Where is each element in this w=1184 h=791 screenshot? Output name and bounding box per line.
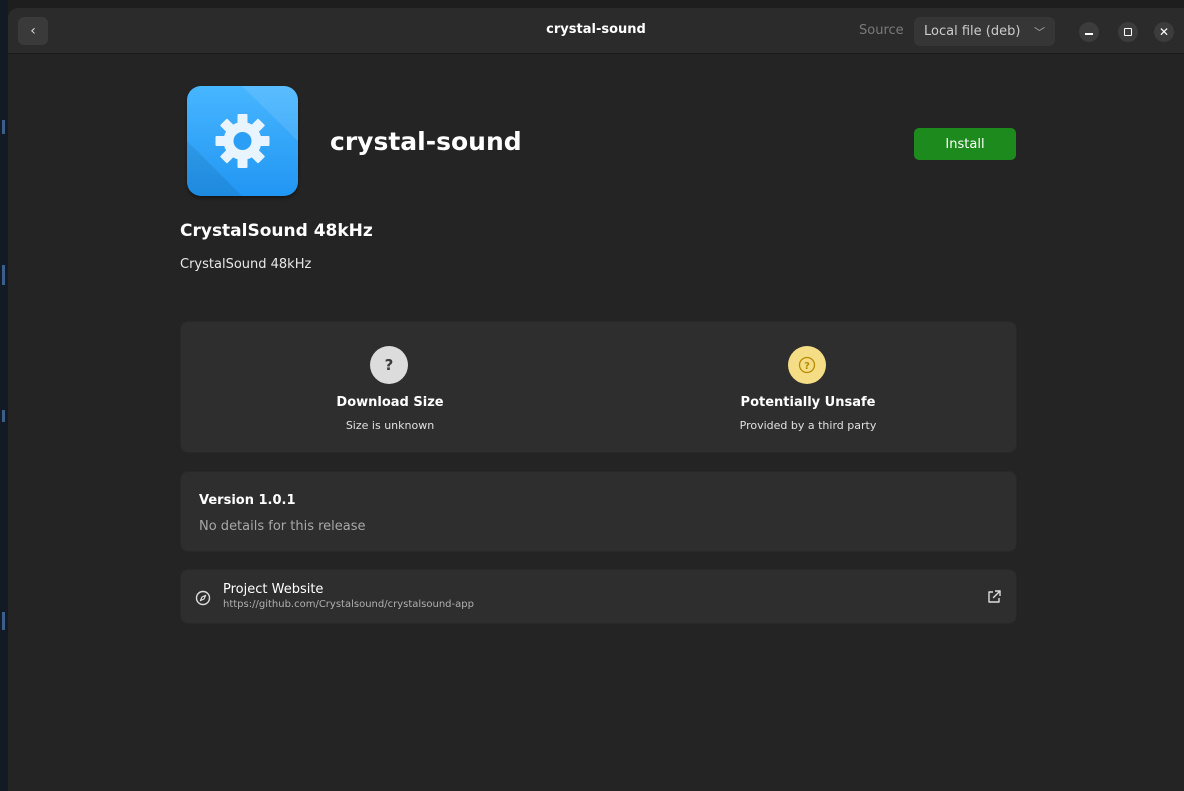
tile-title: Potentially Unsafe	[740, 395, 876, 410]
chevron-left-icon: ‹	[30, 23, 36, 39]
tile-subtitle: Size is unknown	[345, 419, 435, 432]
gear-icon	[187, 86, 298, 196]
minimize-button[interactable]	[1079, 22, 1099, 42]
desktop-mark	[2, 265, 5, 285]
desktop-mark	[2, 120, 5, 134]
desktop-edge	[0, 0, 8, 791]
app-summary: CrystalSound 48kHz	[180, 221, 373, 241]
app-window: ‹ crystal-sound Source Local file (deb) …	[8, 8, 1184, 791]
desktop-mark	[2, 410, 5, 422]
desktop-mark	[2, 612, 5, 630]
tile-title: Download Size	[336, 395, 444, 410]
app-name: crystal-sound	[330, 127, 522, 156]
version-card: Version 1.0.1 No details for this releas…	[180, 471, 1017, 552]
install-button[interactable]: Install	[914, 128, 1016, 160]
warning-icon: ?	[788, 346, 826, 384]
back-button[interactable]: ‹	[18, 17, 48, 45]
version-title: Version 1.0.1	[199, 493, 296, 508]
chevron-down-icon: ﹀	[1034, 26, 1045, 39]
minimize-icon	[1085, 33, 1093, 35]
info-tiles-card: ? Download Size Size is unknown ? Potent…	[180, 321, 1017, 453]
source-dropdown[interactable]: Local file (deb) ﹀	[914, 17, 1055, 46]
tile-subtitle: Provided by a third party	[739, 419, 877, 432]
maximize-button[interactable]	[1118, 22, 1138, 42]
link-url: https://github.com/Crystalsound/crystals…	[223, 599, 474, 610]
svg-text:?: ?	[804, 361, 810, 372]
download-size-tile[interactable]: ? Download Size Size is unknown	[181, 322, 599, 454]
project-website-row[interactable]: Project Website https://github.com/Cryst…	[180, 569, 1017, 624]
external-link-icon	[988, 590, 1001, 603]
compass-icon	[195, 590, 211, 606]
app-icon	[187, 86, 298, 196]
question-icon: ?	[370, 346, 408, 384]
link-title: Project Website	[223, 582, 324, 597]
source-value: Local file (deb)	[924, 24, 1021, 39]
close-icon: ✕	[1158, 25, 1170, 39]
version-notes: No details for this release	[199, 519, 366, 534]
maximize-icon	[1124, 28, 1132, 36]
header-bar: ‹ crystal-sound Source Local file (deb) …	[8, 8, 1184, 54]
app-description: CrystalSound 48kHz	[180, 257, 312, 272]
close-button[interactable]: ✕	[1154, 22, 1174, 42]
safety-tile[interactable]: ? Potentially Unsafe Provided by a third…	[599, 322, 1017, 454]
source-label: Source	[859, 23, 904, 38]
